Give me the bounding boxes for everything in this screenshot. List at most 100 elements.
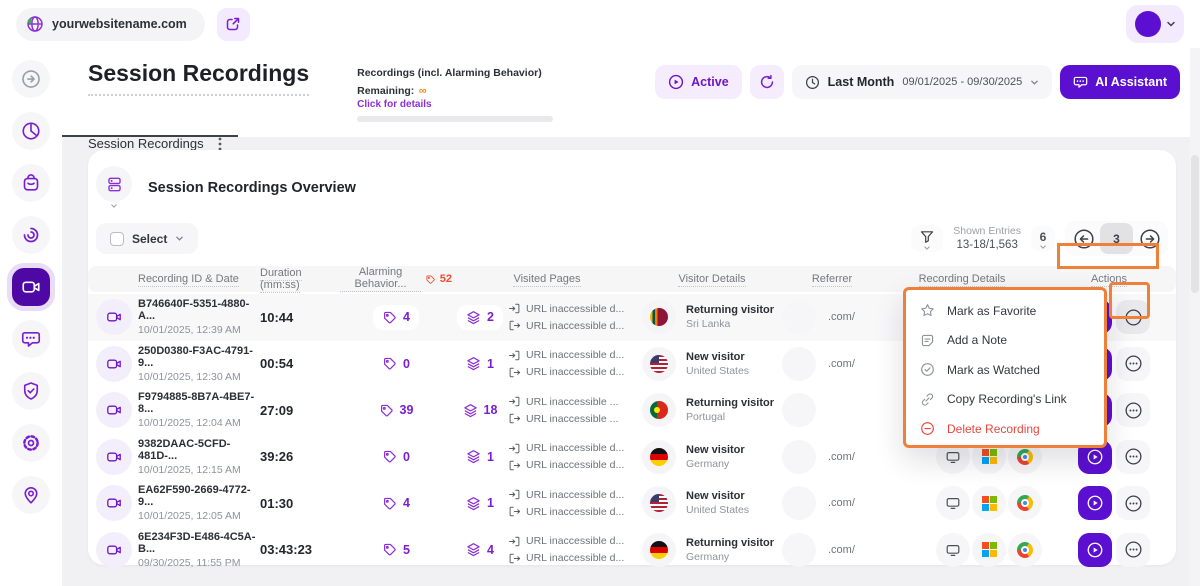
alarm-count: 4	[403, 496, 410, 510]
recording-id: B746640F-5351-4880-A...	[138, 298, 260, 322]
col-visited-pages[interactable]: Visited Pages	[452, 273, 642, 285]
referrer-favicon	[782, 440, 816, 474]
entry-url[interactable]: URL inaccessible d...	[508, 535, 642, 548]
entry-url[interactable]: URL inaccessible d...	[508, 442, 642, 455]
sidebar-toggle-icon[interactable]	[12, 60, 50, 98]
pages-count: 1	[487, 496, 494, 510]
menu-item-copy-link[interactable]: Copy Recording's Link	[906, 385, 1104, 415]
visitor-country: Germany	[686, 458, 745, 470]
exit-url[interactable]: URL inaccessible d...	[508, 552, 642, 565]
entry-url[interactable]: URL inaccessible d...	[508, 349, 642, 362]
website-selector[interactable]: yourwebsitename.com	[16, 8, 205, 41]
exit-url[interactable]: URL inaccessible d...	[508, 459, 642, 472]
referrer-cell	[782, 393, 882, 427]
select-all-checkbox[interactable]	[110, 232, 124, 246]
table-row[interactable]: EA62F590-2669-4772-9... 10/01/2025, 12:0…	[88, 480, 1176, 527]
visitor-country: Portugal	[686, 411, 774, 423]
sidebar-item-session-recordings[interactable]	[12, 268, 50, 306]
open-site-button[interactable]	[217, 8, 250, 41]
refresh-button[interactable]	[750, 65, 784, 99]
row-actions-button[interactable]	[1116, 486, 1150, 520]
select-dropdown[interactable]: Select	[96, 223, 198, 254]
recording-id: 9382DAAC-5CFD-481D-...	[138, 438, 260, 462]
sidebar-item-heatmaps[interactable]	[12, 216, 50, 254]
click-for-details-link[interactable]: Click for details	[357, 99, 553, 110]
page-exit-icon	[508, 412, 521, 425]
page-exit-icon	[508, 319, 521, 332]
row-actions-button[interactable]	[1116, 393, 1150, 427]
scrollbar-thumb[interactable]	[1191, 155, 1199, 293]
card-title: Session Recordings Overview	[148, 180, 356, 196]
overview-collapse-control[interactable]	[96, 166, 132, 209]
page-title: Session Recordings	[88, 60, 309, 96]
entry-url[interactable]: URL inaccessible ...	[508, 395, 642, 408]
tag-icon	[382, 356, 397, 371]
menu-item-mark-favorite[interactable]: Mark as Favorite	[906, 296, 1104, 326]
recording-id-cell: 6E234F3D-E486-4C5A-B... 09/30/2025, 11:5…	[138, 531, 260, 569]
sidebar-item-feedback[interactable]	[12, 320, 50, 358]
play-recording-button[interactable]	[1078, 486, 1112, 520]
sidebar-item-privacy[interactable]	[12, 372, 50, 410]
select-label: Select	[132, 232, 167, 246]
play-recording-button[interactable]	[1078, 533, 1112, 567]
actions-cell	[1042, 486, 1176, 520]
sidebar-item-visitors[interactable]	[12, 164, 50, 202]
entry-url[interactable]: URL inaccessible d...	[508, 302, 642, 315]
col-recording-details[interactable]: Recording Details	[882, 273, 1042, 285]
col-referrer[interactable]: Referrer	[782, 273, 882, 285]
exit-url[interactable]: URL inaccessible ...	[508, 412, 642, 425]
alarming-behavior-count-cell: 39	[340, 398, 452, 423]
alarm-count: 4	[403, 310, 410, 324]
chevron-down-icon	[175, 234, 184, 243]
menu-item-delete-recording[interactable]: Delete Recording	[906, 414, 1104, 444]
exit-url[interactable]: URL inaccessible d...	[508, 366, 642, 379]
ellipsis-icon	[1124, 540, 1143, 559]
col-duration[interactable]: Duration (mm:ss)	[260, 267, 340, 291]
row-actions-button[interactable]	[1116, 533, 1150, 567]
filter-button[interactable]	[911, 225, 943, 252]
row-actions-button[interactable]	[1116, 347, 1150, 381]
duration: 27:09	[260, 403, 340, 418]
recording-date: 10/01/2025, 12:05 AM	[138, 510, 260, 522]
ai-assistant-label: AI Assistant	[1095, 75, 1167, 89]
visitor-cell: New visitor United States	[642, 486, 782, 520]
chrome-browser-icon	[1008, 486, 1042, 520]
page-entry-icon	[508, 395, 521, 408]
exit-url[interactable]: URL inaccessible d...	[508, 505, 642, 518]
menu-item-mark-watched[interactable]: Mark as Watched	[906, 355, 1104, 385]
user-menu[interactable]	[1126, 5, 1184, 43]
active-filter-button[interactable]: Active	[655, 65, 742, 99]
sidebar-item-settings[interactable]	[12, 424, 50, 462]
menu-item-add-note[interactable]: Add a Note	[906, 326, 1104, 356]
col-alarming-behavior[interactable]: Alarming Behavior... 52	[340, 266, 452, 292]
col-recording-id[interactable]: Recording ID & Date	[138, 273, 260, 285]
exit-url[interactable]: URL inaccessible d...	[508, 319, 642, 332]
chevron-down-icon	[1030, 78, 1039, 87]
visited-pages-count-cell: 2	[452, 305, 508, 330]
page-header: Session Recordings Recordings (incl. Ala…	[62, 48, 1200, 137]
sidebar-item-geolocation[interactable]	[12, 476, 50, 514]
date-range-selector[interactable]: Last Month 09/01/2025 - 09/30/2025	[792, 65, 1053, 99]
ai-assistant-button[interactable]: AI Assistant	[1060, 65, 1180, 99]
col-visitor-details[interactable]: Visitor Details	[642, 273, 782, 285]
entry-url[interactable]: URL inaccessible d...	[508, 488, 642, 501]
referrer-favicon	[782, 393, 816, 427]
country-flag-icon	[650, 355, 668, 373]
pages-count: 4	[487, 543, 494, 557]
recording-id: 6E234F3D-E486-4C5A-B...	[138, 531, 260, 555]
country-flag-icon	[650, 541, 668, 559]
ellipsis-icon	[1124, 401, 1143, 420]
windows-os-icon	[972, 533, 1006, 567]
visitor-country: United States	[686, 504, 749, 516]
alarm-count: 0	[403, 357, 410, 371]
camera-icon	[96, 439, 132, 475]
table-row[interactable]: 6E234F3D-E486-4C5A-B... 09/30/2025, 11:5…	[88, 527, 1176, 574]
row-actions-button[interactable]	[1116, 440, 1150, 474]
device-desktop-icon	[936, 533, 970, 567]
visitor-type: Returning visitor	[686, 397, 774, 409]
page-scrollbar[interactable]	[1190, 48, 1200, 586]
sidebar-item-dashboard[interactable]	[12, 112, 50, 150]
page-size-selector[interactable]: 6	[1031, 226, 1055, 251]
chevron-down-icon	[110, 203, 118, 209]
recordings-remaining: Recordings (incl. Alarming Behavior) Rem…	[357, 60, 553, 122]
